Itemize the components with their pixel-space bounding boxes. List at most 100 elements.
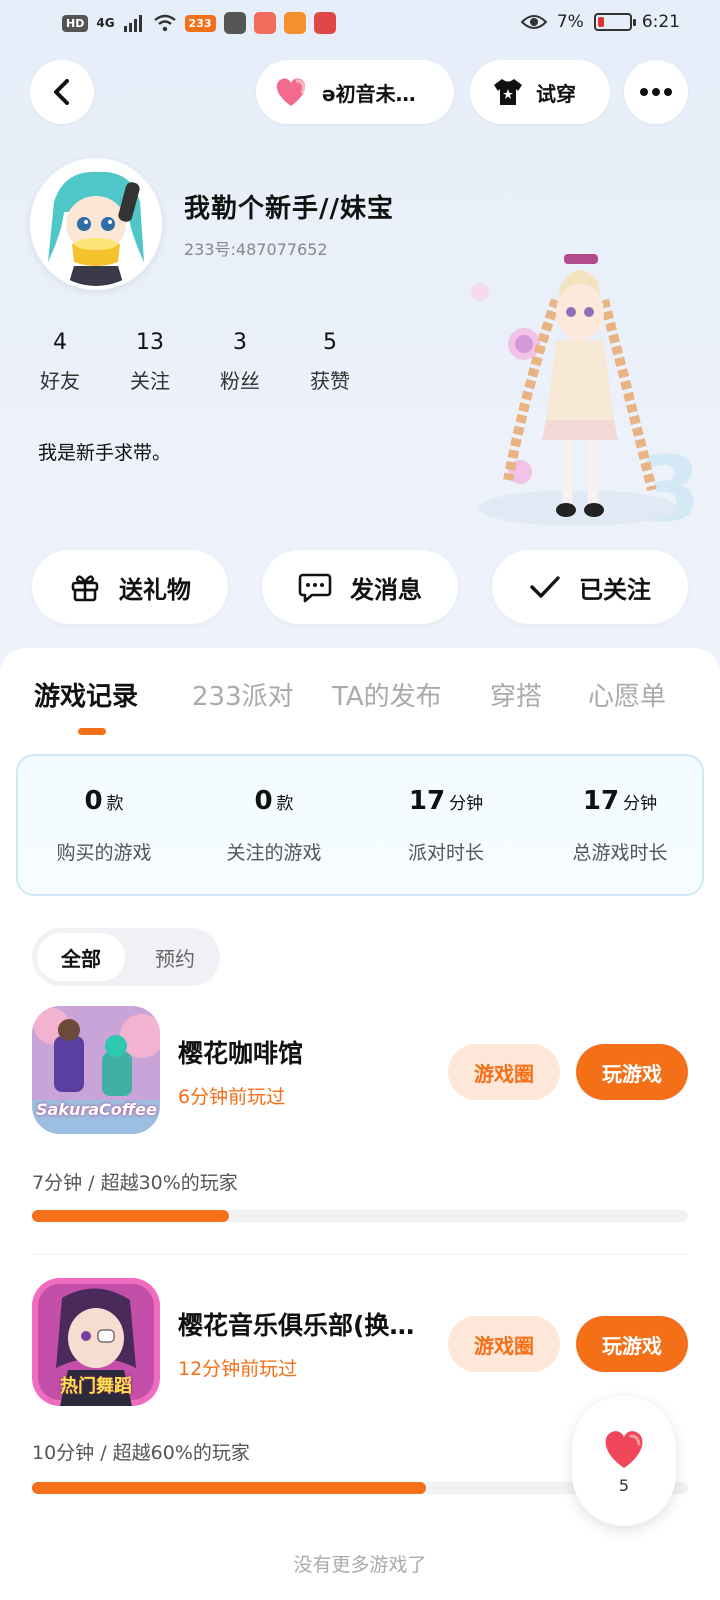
stat-value: 5: [323, 330, 337, 355]
game-title[interactable]: 樱花咖啡馆: [178, 1034, 303, 1070]
summary-unit: 款: [106, 794, 124, 814]
play-game-button[interactable]: 玩游戏: [576, 1044, 688, 1100]
bio: 我是新手求带。: [38, 442, 172, 464]
now-playing-title: ə初音未…: [322, 81, 416, 106]
game-icon-caption: 热门舞蹈: [60, 1376, 132, 1397]
app-233-notification-icon: 233: [184, 14, 216, 32]
stat-value: 3: [233, 330, 247, 355]
tab-posts[interactable]: TA的发布: [332, 676, 442, 713]
end-of-list-text: 没有更多游戏了: [293, 1554, 427, 1576]
hd-indicator: HD: [62, 14, 89, 32]
avatar-3d-figure[interactable]: 33: [468, 240, 720, 560]
game-icon-sakura-coffee[interactable]: SakuraCoffee: [32, 1006, 160, 1134]
filter-all[interactable]: 全部: [37, 933, 125, 981]
stat-likes[interactable]: 5 获赞: [290, 330, 370, 394]
game-progress-fill: [32, 1482, 426, 1494]
send-gift-button[interactable]: 送礼物: [32, 550, 228, 624]
shopping-bag-notification-icon: [223, 12, 246, 34]
game-playtime-stat: 7分钟 / 超越30%的玩家: [32, 1172, 238, 1194]
stat-label: 关注: [130, 369, 170, 393]
summary-label: 购买的游戏: [56, 842, 152, 864]
user-id[interactable]: 233号:487077652: [184, 236, 328, 260]
eye-icon: [520, 15, 547, 29]
divider: [32, 1254, 688, 1255]
summary-value: 0: [254, 786, 273, 816]
stat-friends[interactable]: 4 好友: [20, 330, 100, 394]
followed-button[interactable]: 已关注: [492, 550, 688, 624]
avatar-3d-image: 33: [471, 254, 720, 542]
summary-value: 17: [582, 786, 620, 816]
game-last-played: 6分钟前玩过: [178, 1086, 286, 1108]
now-playing-pill[interactable]: ə初音未…: [256, 60, 454, 124]
stat-label: 获赞: [310, 369, 350, 393]
game-progress-fill: [32, 1210, 229, 1222]
summary-unit: 分钟: [623, 794, 658, 814]
summary-total-playtime[interactable]: 17 分钟 总游戏时长: [534, 786, 706, 865]
stat-fans[interactable]: 3 粉丝: [200, 330, 280, 394]
more-icon: [640, 88, 672, 96]
tab-wishlist[interactable]: 心愿单: [588, 676, 666, 713]
stat-label: 粉丝: [220, 369, 260, 393]
avatar[interactable]: [30, 158, 162, 290]
signal-icon: [123, 15, 142, 32]
game-circle-button[interactable]: 游戏圈: [448, 1316, 560, 1372]
game-title[interactable]: 樱花音乐俱乐部(换…: [178, 1306, 414, 1342]
followed-label: 已关注: [579, 575, 651, 604]
avatar-image: [34, 162, 158, 286]
send-message-label: 发消息: [350, 575, 422, 604]
tshirt-icon: [494, 79, 522, 105]
summary-unit: 款: [276, 794, 294, 814]
summary-label: 派对时长: [407, 842, 484, 864]
battery-icon: [593, 13, 636, 31]
stat-value: 13: [136, 330, 164, 355]
nickname: 我勒个新手//妹宝: [184, 194, 394, 224]
gift-icon: [71, 575, 99, 602]
summary-label: 关注的游戏: [226, 842, 322, 864]
stat-label: 好友: [40, 369, 80, 393]
tab-game-records[interactable]: 游戏记录: [34, 676, 138, 713]
filter-reserve[interactable]: 预约: [140, 933, 210, 981]
back-button[interactable]: [30, 60, 94, 124]
send-gift-label: 送礼物: [119, 575, 191, 604]
try-on-button[interactable]: 试穿: [470, 60, 610, 124]
chevron-left-icon: [54, 79, 69, 105]
heart-icon: [605, 1430, 643, 1468]
chat-bubble-icon: [298, 573, 332, 603]
game-icon-sakura-music-club[interactable]: 热门舞蹈: [32, 1278, 160, 1406]
tab-233-party[interactable]: 233派对: [192, 676, 294, 713]
summary-followed-games[interactable]: 0款 关注的游戏: [188, 786, 360, 865]
tab-outfits[interactable]: 穿搭: [490, 676, 542, 713]
stat-following[interactable]: 13 关注: [110, 330, 190, 394]
more-button[interactable]: [624, 60, 688, 124]
status-right: 7% 6:21: [520, 12, 680, 32]
active-tab-indicator: [78, 728, 106, 735]
like-floating-button[interactable]: 5: [572, 1396, 676, 1526]
book-notification-icon: [313, 12, 336, 34]
battery-percent: 7%: [556, 12, 584, 32]
summary-value: 0: [84, 786, 103, 816]
game-icon-caption: SakuraCoffee: [36, 1100, 157, 1119]
stat-value: 4: [53, 330, 67, 355]
summary-label: 总游戏时长: [572, 842, 668, 864]
try-on-label: 试穿: [536, 81, 576, 106]
game-circle-button[interactable]: 游戏圈: [448, 1044, 560, 1100]
wifi-icon: [153, 14, 176, 32]
filter-toggle: 全部 预约: [32, 928, 220, 986]
gift-notification-icon: [253, 12, 276, 34]
heart-icon: [276, 78, 306, 106]
game-playtime-stat: 10分钟 / 超越60%的玩家: [32, 1442, 250, 1464]
game-last-played: 12分钟前玩过: [178, 1358, 298, 1380]
like-count: 5: [618, 1475, 630, 1495]
network-indicator: 4G: [96, 16, 115, 30]
play-game-button[interactable]: 玩游戏: [576, 1316, 688, 1372]
summary-unit: 分钟: [449, 794, 484, 814]
status-left: HD 4G 233: [62, 12, 336, 34]
checkmark-icon: [530, 576, 560, 598]
summary-purchased-games[interactable]: 0款 购买的游戏: [18, 786, 190, 865]
video-notification-icon: [283, 12, 306, 34]
clock: 6:21: [641, 12, 680, 32]
send-message-button[interactable]: 发消息: [262, 550, 458, 624]
summary-value: 17: [408, 786, 446, 816]
game-progress-track: [32, 1210, 688, 1222]
summary-party-duration[interactable]: 17 分钟 派对时长: [360, 786, 532, 865]
